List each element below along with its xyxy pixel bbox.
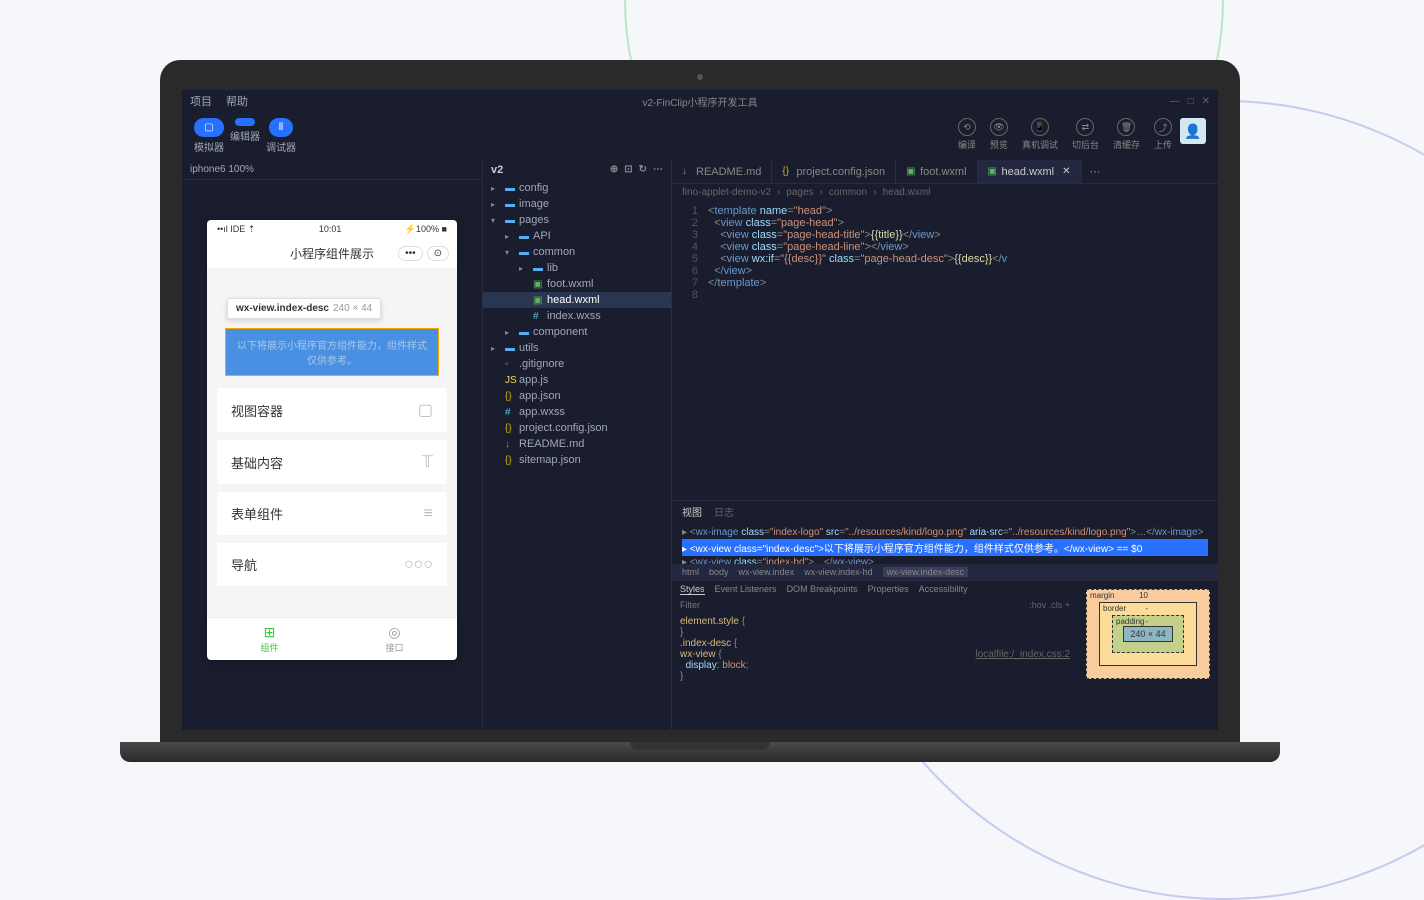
file-tree[interactable]: v2 ⊕ ⊡ ↻ ⋯ ▸▬config▸▬image▾▬pages▸▬API▾▬com…	[482, 160, 672, 730]
tree-root: v2	[491, 164, 503, 176]
phone-signal: ••ıl IDE ⇡	[217, 224, 255, 235]
dom-crumb[interactable]: wx-view.index	[739, 567, 795, 577]
tree-item-.gitignore[interactable]: ▫.gitignore	[483, 356, 671, 372]
nav-title: 小程序组件展示	[290, 245, 374, 262]
tabbar-接口[interactable]: ◎接口	[332, 618, 457, 660]
editor-tab-project.config.json[interactable]: {}project.config.json	[772, 160, 896, 183]
toolbar-编译[interactable]: ⟲编译	[958, 118, 976, 151]
element-node[interactable]: ▸ <wx-image class="index-logo" src="../r…	[682, 526, 1208, 539]
menu-项目[interactable]: 项目	[190, 93, 212, 109]
css-rule[interactable]: .index-desc {</span><br>&nbsp;&nbsp;<spa…	[680, 638, 1070, 649]
phone-frame: ••ıl IDE ⇡ 10:01 ⚡100% ■ 小程序组件展示 ••• ⊙	[207, 220, 457, 660]
tree-action-icon[interactable]: ↻	[639, 164, 647, 176]
capsule-menu[interactable]: •••	[398, 246, 423, 261]
editor-tabs: ↓README.md{}project.config.json▣foot.wxm…	[672, 160, 1218, 184]
devtools-tab-视图[interactable]: 视图	[682, 504, 702, 519]
toolbar-调试器[interactable]: ⫴调试器	[266, 118, 296, 154]
tree-item-app.json[interactable]: {}app.json	[483, 388, 671, 404]
tree-item-component[interactable]: ▸▬component	[483, 324, 671, 340]
tree-action-icon[interactable]: ⊕	[610, 164, 618, 176]
list-item[interactable]: 基础内容𝕋	[217, 440, 447, 484]
tree-item-app.js[interactable]: JSapp.js	[483, 372, 671, 388]
tree-action-icon[interactable]: ⋯	[653, 164, 663, 176]
toolbar: ▢模拟器编辑器⫴调试器 ⟲编译 👁预览 📱真机调试 ⇄切后台 🗑清缓存 ⤴上传 👤	[182, 112, 1218, 160]
editor-tab-head.wxml[interactable]: ▣head.wxml✕	[978, 160, 1082, 183]
window-control[interactable]: —	[1170, 96, 1180, 107]
tree-item-head.wxml[interactable]: ▣head.wxml	[483, 292, 671, 308]
styles-filter-input[interactable]	[680, 600, 1021, 610]
toolbar-编辑器[interactable]: 编辑器	[230, 118, 260, 154]
tree-item-app.wxss[interactable]: #app.wxss	[483, 404, 671, 420]
breadcrumb-segment[interactable]: common	[829, 187, 867, 198]
styles-tab-Accessibility[interactable]: Accessibility	[919, 584, 968, 595]
inspect-tooltip: wx-view.index-desc240 × 44	[227, 298, 381, 319]
breadcrumb-segment[interactable]: pages	[786, 187, 813, 198]
tree-item-foot.wxml[interactable]: ▣foot.wxml	[483, 276, 671, 292]
tree-item-utils[interactable]: ▸▬utils	[483, 340, 671, 356]
menu-帮助[interactable]: 帮助	[226, 93, 248, 109]
toolbar-真机调试[interactable]: 📱真机调试	[1022, 118, 1058, 151]
css-rule[interactable]: element.style {}	[680, 616, 1070, 638]
titlebar: 项目帮助 v2-FinClip小程序开发工具 — □ ✕	[182, 90, 1218, 112]
list-item[interactable]: 表单组件≡	[217, 492, 447, 535]
styles-tab-Event Listeners[interactable]: Event Listeners	[715, 584, 777, 595]
laptop-frame: 项目帮助 v2-FinClip小程序开发工具 — □ ✕ ▢模拟器编辑器⫴调试器 ⟲…	[160, 60, 1240, 762]
filter-controls[interactable]: :hov .cls +	[1029, 600, 1070, 610]
toolbar-清缓存[interactable]: 🗑清缓存	[1113, 118, 1140, 151]
editor-tab-README.md[interactable]: ↓README.md	[672, 160, 772, 183]
avatar[interactable]: 👤	[1180, 118, 1206, 144]
window-control[interactable]: □	[1188, 96, 1194, 107]
capsule-close[interactable]: ⊙	[427, 246, 449, 261]
tree-action-icon[interactable]: ⊡	[624, 164, 632, 176]
breadcrumb-segment[interactable]: head.wxml	[883, 187, 931, 198]
breadcrumb: fino-applet-demo-v2›pages›common›head.wx…	[672, 184, 1218, 201]
tree-item-sitemap.json[interactable]: {}sitemap.json	[483, 452, 671, 468]
ide-window: 项目帮助 v2-FinClip小程序开发工具 — □ ✕ ▢模拟器编辑器⫴调试器 ⟲…	[182, 90, 1218, 730]
tree-item-project.config.json[interactable]: {}project.config.json	[483, 420, 671, 436]
tree-item-lib[interactable]: ▸▬lib	[483, 260, 671, 276]
tree-item-pages[interactable]: ▾▬pages	[483, 212, 671, 228]
dom-crumb[interactable]: html	[682, 567, 699, 577]
tree-item-API[interactable]: ▸▬API	[483, 228, 671, 244]
dom-crumb[interactable]: wx-view.index-hd	[804, 567, 873, 577]
minimap[interactable]	[1178, 201, 1218, 500]
simulator-pane: iphone6 100% ••ıl IDE ⇡ 10:01 ⚡100% ■ 小程…	[182, 160, 482, 730]
css-rule[interactable]: wx-view {localfile:/_index.css:2 display…	[680, 649, 1070, 682]
tabbar-组件[interactable]: ⊞组件	[207, 618, 332, 660]
device-label: iphone6 100%	[182, 160, 482, 180]
list-item[interactable]: 导航○○○	[217, 543, 447, 586]
tree-item-common[interactable]: ▾▬common	[483, 244, 671, 260]
breadcrumb-segment[interactable]: fino-applet-demo-v2	[682, 187, 771, 198]
toolbar-预览[interactable]: 👁预览	[990, 118, 1008, 151]
editor-tab-foot.wxml[interactable]: ▣foot.wxml	[896, 160, 977, 183]
window-control[interactable]: ✕	[1202, 96, 1210, 107]
window-title: v2-FinClip小程序开发工具	[642, 94, 757, 109]
styles-tab-DOM Breakpoints[interactable]: DOM Breakpoints	[787, 584, 858, 595]
phone-time: 10:01	[319, 224, 342, 235]
tree-item-README.md[interactable]: ↓README.md	[483, 436, 671, 452]
element-node[interactable]: ▸ <wx-view class="index-bd">…</wx-view>	[682, 556, 1208, 564]
toolbar-切后台[interactable]: ⇄切后台	[1072, 118, 1099, 151]
highlighted-element[interactable]: 以下将展示小程序官方组件能力，组件样式仅供参考。	[225, 328, 439, 376]
dom-crumb[interactable]: body	[709, 567, 729, 577]
tree-item-image[interactable]: ▸▬image	[483, 196, 671, 212]
toolbar-模拟器[interactable]: ▢模拟器	[194, 118, 224, 154]
phone-battery: ⚡100% ■	[405, 224, 447, 235]
devtools-tab-日志[interactable]: 日志	[714, 504, 734, 519]
list-item[interactable]: 视图容器▢	[217, 388, 447, 432]
box-model: margin 10 border - padding - 240 × 4	[1078, 581, 1218, 730]
elements-panel[interactable]: ▸ <wx-image class="index-logo" src="../r…	[672, 522, 1218, 564]
dom-crumb[interactable]: wx-view.index-desc	[883, 567, 969, 577]
camera-dot	[697, 74, 703, 80]
code-editor[interactable]: 1<template name="head">2 <view class="pa…	[672, 201, 1218, 500]
devtools: 视图日志 ▸ <wx-image class="index-logo" src=…	[672, 500, 1218, 730]
toolbar-上传[interactable]: ⤴上传	[1154, 118, 1172, 151]
tabs-more[interactable]: ⋯	[1082, 160, 1109, 183]
styles-tab-Properties[interactable]: Properties	[868, 584, 909, 595]
tree-item-config[interactable]: ▸▬config	[483, 180, 671, 196]
element-node[interactable]: ▸ <wx-view class="index-desc">以下将展示小程序官方…	[682, 539, 1208, 556]
tree-item-index.wxss[interactable]: #index.wxss	[483, 308, 671, 324]
styles-tab-Styles[interactable]: Styles	[680, 584, 705, 595]
